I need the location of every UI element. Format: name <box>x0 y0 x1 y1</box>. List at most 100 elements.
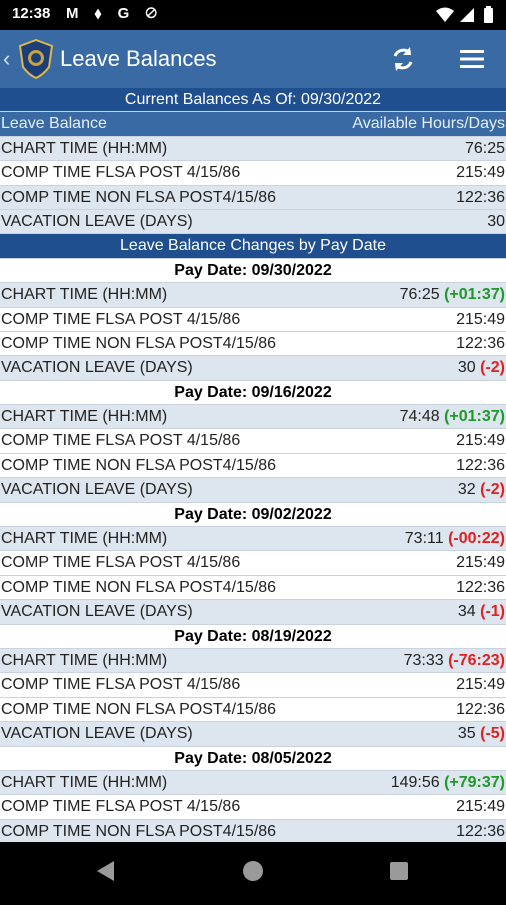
change-value: (-00:22) <box>448 530 505 548</box>
row-value: 32 (-2) <box>458 478 505 502</box>
back-arrow-icon[interactable]: ‹ <box>3 46 10 72</box>
column-header: Leave Balance Available Hours/Days <box>0 112 506 137</box>
menu-icon[interactable] <box>458 45 486 73</box>
table-row: COMP TIME FLSA POST 4/15/86 215:49 <box>0 161 506 186</box>
change-value: (-76:23) <box>448 651 505 669</box>
row-value: 122:36 <box>456 700 505 718</box>
system-nav-bar <box>0 842 506 900</box>
wifi-icon <box>436 7 454 22</box>
table-row: COMP TIME NON FLSA POST4/15/86 122:36 <box>0 697 506 723</box>
balance-value: 73:11 <box>404 530 444 548</box>
row-value: 73:11 (-00:22) <box>405 527 505 551</box>
table-row: VACATION LEAVE (DAYS) 34 (-1) <box>0 600 506 625</box>
row-label: COMP TIME FLSA POST 4/15/86 <box>1 676 241 694</box>
app-bar: ‹ Leave Balances <box>0 30 506 88</box>
battery-icon <box>484 8 493 23</box>
table-row: COMP TIME NON FLSA POST4/15/86 122:36 <box>0 453 506 479</box>
row-label: COMP TIME NON FLSA POST4/15/86 <box>1 188 277 206</box>
row-label: VACATION LEAVE (DAYS) <box>1 725 193 743</box>
nav-recents-icon[interactable] <box>390 862 408 880</box>
row-label: COMP TIME FLSA POST 4/15/86 <box>1 798 241 816</box>
change-value: (-5) <box>480 725 505 743</box>
row-value: 215:49 <box>456 432 505 450</box>
table-row: COMP TIME FLSA POST 4/15/86 215:49 <box>0 795 506 820</box>
row-label: COMP TIME FLSA POST 4/15/86 <box>1 432 241 450</box>
table-row: COMP TIME NON FLSA POST4/15/86 122:36 <box>0 819 506 842</box>
pay-date-heading: Pay Date: 08/19/2022 <box>0 624 506 649</box>
balance-value: 35 <box>457 725 476 743</box>
row-label: VACATION LEAVE (DAYS) <box>1 359 193 377</box>
nav-back-icon[interactable] <box>97 861 114 881</box>
notification-icons: M ⬧ G ⊘ <box>66 5 163 22</box>
row-label: CHART TIME (HH:MM) <box>1 651 168 669</box>
table-row: COMP TIME FLSA POST 4/15/86 215:49 <box>0 551 506 576</box>
row-label: COMP TIME NON FLSA POST4/15/86 <box>1 456 277 474</box>
table-row: CHART TIME (HH:MM) 76:25 (+01:37) <box>0 283 506 308</box>
balances-list[interactable]: Current Balances As Of: 09/30/2022 Leave… <box>0 88 506 842</box>
table-row: CHART TIME (HH:MM) 76:25 <box>0 136 506 162</box>
change-value: (+79:37) <box>444 773 505 791</box>
table-row: COMP TIME NON FLSA POST4/15/86 122:36 <box>0 331 506 357</box>
badge-logo-icon[interactable] <box>18 39 54 79</box>
system-icons <box>434 6 496 29</box>
row-value: 122:36 <box>456 578 505 596</box>
row-value: 74:48 (+01:37) <box>400 405 505 429</box>
row-label: VACATION LEAVE (DAYS) <box>1 481 193 499</box>
row-label: VACATION LEAVE (DAYS) <box>1 212 193 230</box>
table-row: CHART TIME (HH:MM) 149:56 (+79:37) <box>0 770 506 796</box>
row-value: 76:25 (+01:37) <box>400 283 505 307</box>
row-label: COMP TIME NON FLSA POST4/15/86 <box>1 334 277 352</box>
table-row: COMP TIME FLSA POST 4/15/86 215:49 <box>0 673 506 698</box>
table-row: CHART TIME (HH:MM) 74:48 (+01:37) <box>0 405 506 430</box>
change-value: (-2) <box>480 481 505 499</box>
signal-icon <box>460 8 474 22</box>
change-value: (+01:37) <box>444 286 505 304</box>
balance-value: 74:48 <box>399 408 440 426</box>
row-value: 122:36 <box>456 334 505 352</box>
row-value: 35 (-5) <box>458 722 505 746</box>
row-value: 122:36 <box>456 456 505 474</box>
balance-value: 73:33 <box>403 651 444 669</box>
table-row: VACATION LEAVE (DAYS) 32 (-2) <box>0 478 506 503</box>
balance-value: 30 <box>457 359 476 377</box>
column-available: Available Hours/Days <box>352 115 505 133</box>
table-row: VACATION LEAVE (DAYS) 30 <box>0 209 506 235</box>
refresh-icon[interactable] <box>388 44 418 74</box>
balance-value: 149:56 <box>390 773 440 791</box>
row-label: CHART TIME (HH:MM) <box>1 408 168 426</box>
status-time: 12:38 <box>12 5 51 22</box>
current-balances-header: Current Balances As Of: 09/30/2022 <box>0 88 506 113</box>
row-value: 215:49 <box>456 798 505 816</box>
page-title: Leave Balances <box>60 46 217 71</box>
row-label: CHART TIME (HH:MM) <box>1 530 168 548</box>
row-value: 149:56 (+79:37) <box>391 771 505 795</box>
row-label: CHART TIME (HH:MM) <box>1 139 168 157</box>
row-value: 215:49 <box>456 310 505 328</box>
pay-date-heading: Pay Date: 09/16/2022 <box>0 380 506 406</box>
row-value: 30 <box>487 212 505 230</box>
table-row: COMP TIME NON FLSA POST4/15/86 122:36 <box>0 575 506 601</box>
pay-date-heading: Pay Date: 08/05/2022 <box>0 746 506 771</box>
row-value: 122:36 <box>456 188 505 206</box>
changes-header: Leave Balance Changes by Pay Date <box>0 234 506 259</box>
status-bar: 12:38 M ⬧ G ⊘ <box>0 0 506 30</box>
row-label: COMP TIME FLSA POST 4/15/86 <box>1 164 241 182</box>
row-label: CHART TIME (HH:MM) <box>1 286 168 304</box>
row-label: COMP TIME NON FLSA POST4/15/86 <box>1 578 277 596</box>
table-row: CHART TIME (HH:MM) 73:33 (-76:23) <box>0 648 506 674</box>
row-label: COMP TIME NON FLSA POST4/15/86 <box>1 822 277 840</box>
row-value: 215:49 <box>456 676 505 694</box>
change-value: (-2) <box>480 359 505 377</box>
change-value: (+01:37) <box>444 408 505 426</box>
row-value: 215:49 <box>456 164 505 182</box>
nav-home-icon[interactable] <box>243 861 263 881</box>
table-row: VACATION LEAVE (DAYS) 30 (-2) <box>0 356 506 381</box>
row-label: COMP TIME NON FLSA POST4/15/86 <box>1 700 277 718</box>
row-value: 34 (-1) <box>458 600 505 624</box>
row-label: COMP TIME FLSA POST 4/15/86 <box>1 310 241 328</box>
row-value: 215:49 <box>456 554 505 572</box>
row-label: VACATION LEAVE (DAYS) <box>1 603 193 621</box>
table-row: CHART TIME (HH:MM) 73:11 (-00:22) <box>0 527 506 552</box>
balance-value: 32 <box>457 481 476 499</box>
table-row: VACATION LEAVE (DAYS) 35 (-5) <box>0 722 506 747</box>
